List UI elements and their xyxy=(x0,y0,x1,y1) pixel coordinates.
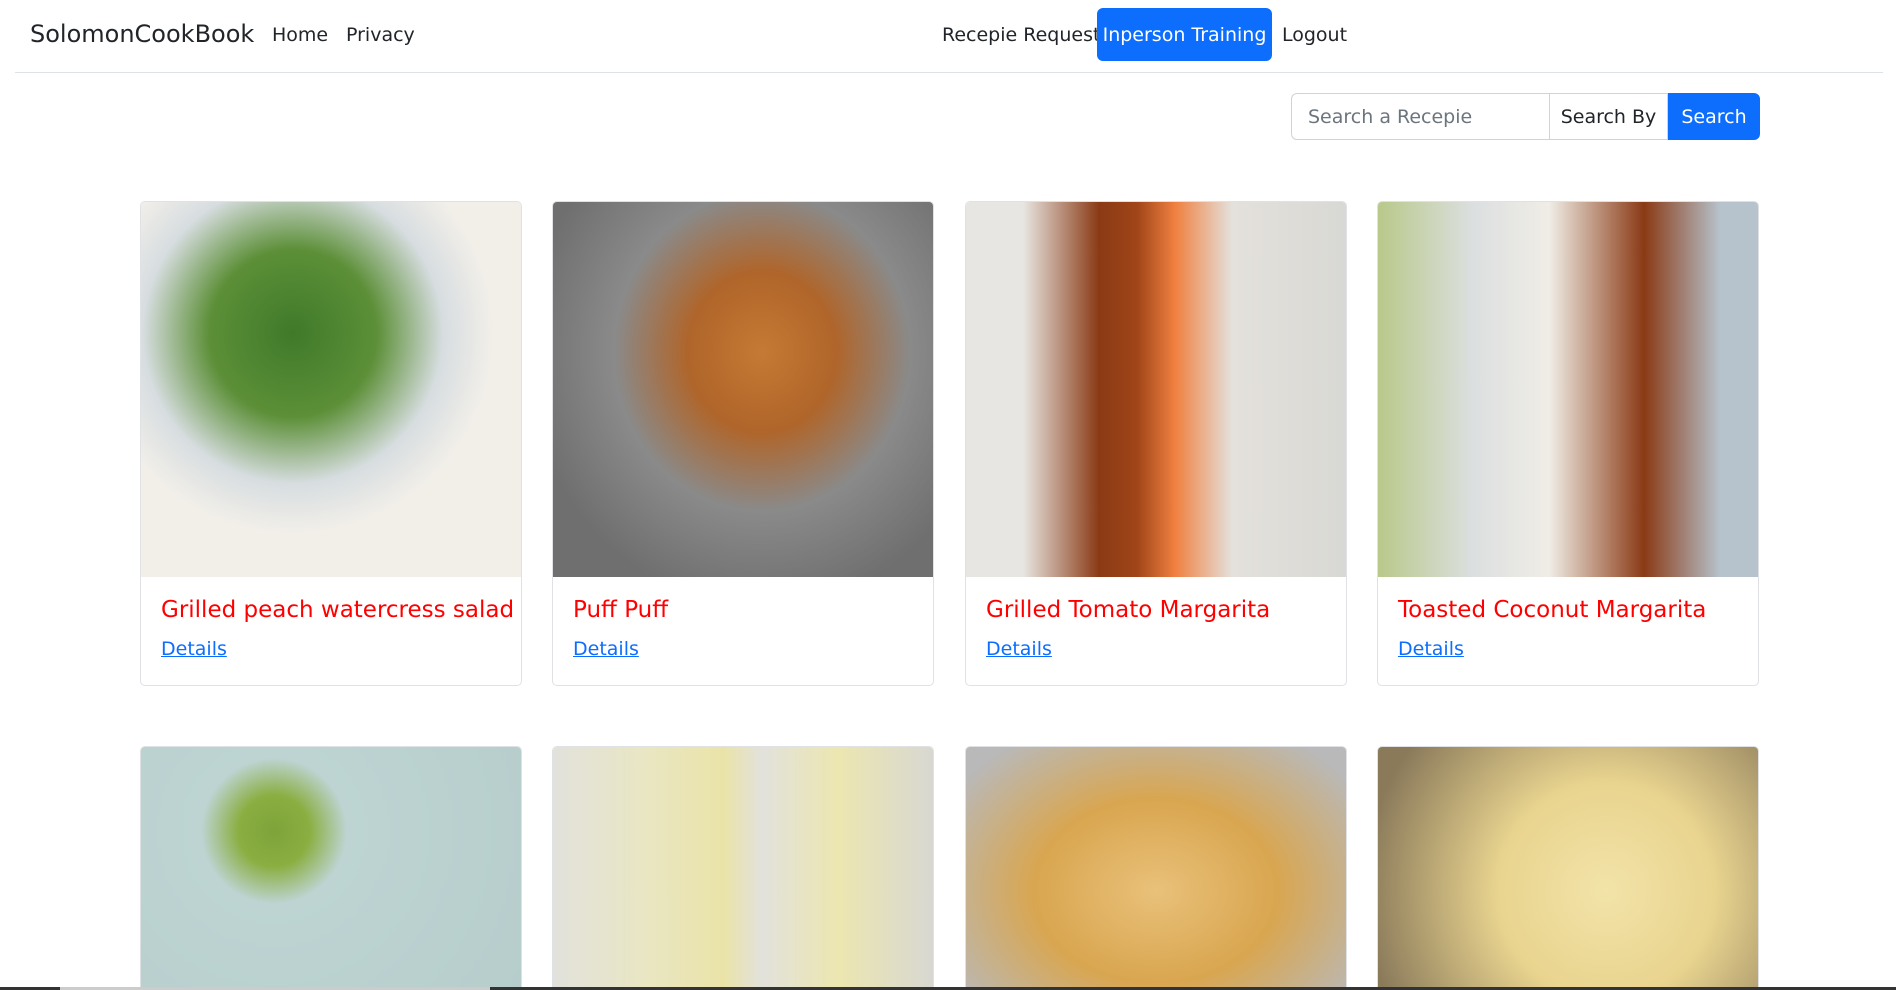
details-link[interactable]: Details xyxy=(1398,638,1464,660)
recipe-image xyxy=(1378,747,1758,987)
details-link[interactable]: Details xyxy=(573,638,639,660)
recipe-card: Grilled Tomato Margarita Details xyxy=(965,201,1347,686)
recipe-card: Grilled peach watercress salad Details xyxy=(140,201,522,686)
recipe-image xyxy=(966,747,1346,987)
recipe-image xyxy=(553,747,933,987)
nav-home[interactable]: Home xyxy=(272,24,328,46)
search-button[interactable]: Search xyxy=(1668,93,1760,140)
details-link[interactable]: Details xyxy=(986,638,1052,660)
search-input[interactable] xyxy=(1291,93,1550,140)
search-by-dropdown[interactable]: Search By xyxy=(1550,93,1668,140)
recipe-image xyxy=(966,202,1346,577)
recipe-title: Grilled peach watercress salad xyxy=(161,597,515,623)
nav-logout[interactable]: Logout xyxy=(1282,24,1347,46)
recipe-card: Puff Puff Details xyxy=(552,201,934,686)
recipe-card xyxy=(552,746,934,987)
recipe-title: Grilled Tomato Margarita xyxy=(986,597,1271,623)
recipe-card xyxy=(965,746,1347,987)
recipe-card: Toasted Coconut Margarita Details xyxy=(1377,201,1759,686)
recipe-card xyxy=(1377,746,1759,987)
details-link[interactable]: Details xyxy=(161,638,227,660)
brand-link[interactable]: SolomonCookBook xyxy=(30,20,254,48)
nav-inperson-training[interactable]: Inperson Training xyxy=(1097,8,1272,61)
recipe-title: Toasted Coconut Margarita xyxy=(1398,597,1707,623)
recipe-image xyxy=(141,747,521,987)
navbar: SolomonCookBook Home Privacy Recepie Req… xyxy=(15,0,1883,73)
recipe-image xyxy=(1378,202,1758,577)
search-group: Search By Search xyxy=(1291,93,1760,140)
nav-privacy[interactable]: Privacy xyxy=(346,24,415,46)
recipe-image xyxy=(141,202,521,577)
nav-recipe-request[interactable]: Recepie Request xyxy=(942,24,1100,46)
recipe-card xyxy=(140,746,522,987)
recipe-image xyxy=(553,202,933,577)
recipe-title: Puff Puff xyxy=(573,597,669,623)
